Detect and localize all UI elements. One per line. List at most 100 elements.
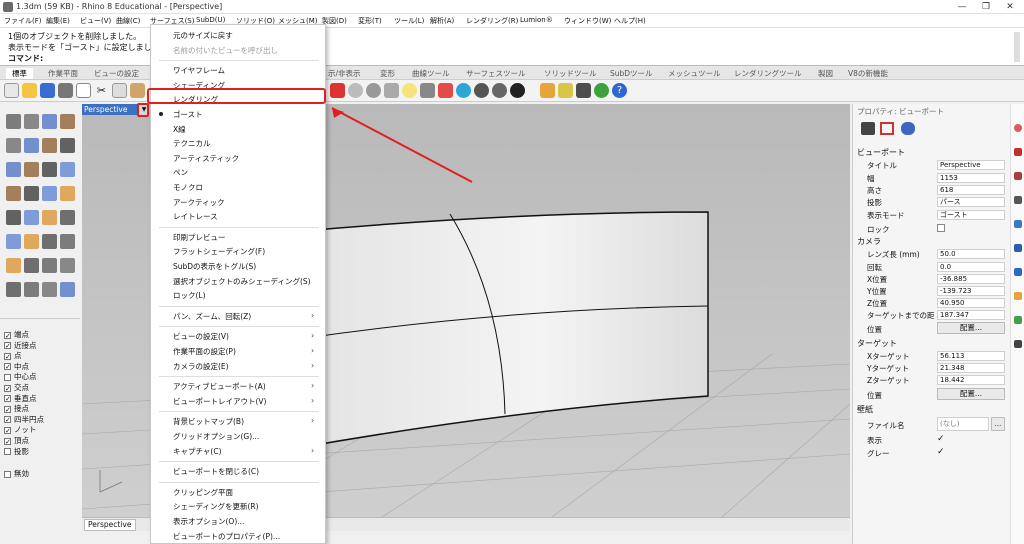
plugin-icon[interactable]	[594, 83, 609, 98]
tool-revolve-icon[interactable]	[42, 186, 57, 201]
tool-sphere-icon[interactable]	[24, 162, 39, 177]
menu-view[interactable]: ビュー(V)	[80, 16, 111, 26]
osnap-item[interactable]: 無効	[4, 468, 29, 478]
command-scrollbar[interactable]	[1014, 32, 1020, 62]
osnap-item[interactable]: 投影	[4, 446, 29, 456]
layers-icon[interactable]	[1014, 220, 1022, 228]
layer-icon[interactable]	[438, 83, 453, 98]
title-field[interactable]: Perspective	[937, 160, 1005, 170]
osnap-checkbox[interactable]	[4, 470, 11, 478]
textures-icon[interactable]	[1014, 316, 1022, 324]
z-position-field[interactable]: 40.950	[937, 298, 1005, 308]
osnap-item[interactable]: ✓ 頂点	[4, 435, 29, 445]
copy-page-icon[interactable]	[76, 83, 91, 98]
tool-extrude-icon[interactable]	[60, 162, 75, 177]
y-position-field[interactable]: -139.723	[937, 286, 1005, 296]
osnap-item[interactable]: ✓ 垂直点	[4, 393, 37, 403]
menu-item[interactable]: クリッピング平面	[173, 486, 233, 499]
tool-scale-icon[interactable]	[60, 234, 75, 249]
menu-item[interactable]: ワイヤフレーム	[173, 64, 225, 77]
zoom-icon[interactable]	[366, 83, 381, 98]
target-place-button[interactable]: 配置...	[937, 388, 1005, 400]
menu-file[interactable]: ファイル(F)	[4, 16, 42, 26]
osnap-checkbox[interactable]: ✓	[4, 363, 11, 371]
menu-item[interactable]: アーティスティック	[173, 152, 239, 165]
menu-item[interactable]: シェーディングを更新(R)	[173, 500, 259, 513]
y-target-field[interactable]: 21.348	[937, 363, 1005, 373]
osnap-checkbox[interactable]	[4, 373, 11, 381]
camera-panel-icon[interactable]	[1014, 340, 1022, 348]
osnap-item[interactable]: ✓ 中点	[4, 361, 29, 371]
tool-polyline-icon[interactable]	[42, 114, 57, 129]
lock-checkbox[interactable]	[937, 224, 945, 232]
camera-place-button[interactable]: 配置...	[937, 322, 1005, 334]
osnap-item[interactable]: ✓ 端点	[4, 329, 29, 339]
filename-field[interactable]: (なし)	[937, 417, 989, 431]
osnap-checkbox[interactable]: ✓	[4, 405, 11, 413]
environment-icon[interactable]	[492, 83, 507, 98]
copy-icon[interactable]	[112, 83, 127, 98]
tool-select-icon[interactable]	[6, 114, 21, 129]
menu-render[interactable]: レンダリング(R)	[466, 16, 518, 26]
x-position-field[interactable]: -36.885	[937, 274, 1005, 284]
tool-array-icon[interactable]	[24, 258, 39, 273]
tab-set-view[interactable]: ビューの設定	[94, 68, 139, 79]
menu-item[interactable]: 元のサイズに戻す	[173, 29, 233, 42]
rotate-view-icon[interactable]	[348, 83, 363, 98]
osnap-item[interactable]: 中心点	[4, 371, 37, 381]
menu-item[interactable]: ビューの設定(V)	[173, 330, 229, 343]
width-field[interactable]: 1153	[937, 173, 1005, 183]
osnap-item[interactable]: ✓ 交点	[4, 382, 29, 392]
osnap-checkbox[interactable]: ✓	[4, 384, 11, 392]
viewport-title[interactable]: Perspective	[82, 104, 138, 115]
tool-rotate-icon[interactable]	[42, 234, 57, 249]
menu-item[interactable]: 選択オブジェクトのみシェーディング(S)	[173, 275, 311, 288]
menu-item[interactable]: レイトレース	[173, 210, 218, 223]
materials-icon[interactable]	[1014, 244, 1022, 252]
menu-item[interactable]: パン、ズーム、回転(Z)	[173, 310, 251, 323]
browse-button[interactable]: ...	[991, 417, 1005, 431]
paste-icon[interactable]	[130, 83, 145, 98]
tab-drafting[interactable]: 製図	[818, 68, 833, 79]
tab-v8-new[interactable]: V8の新機能	[848, 68, 888, 79]
menu-item[interactable]: アクティブビューポート(A)	[173, 380, 266, 393]
tool-circle-icon[interactable]	[6, 138, 21, 153]
tab-curve-tools[interactable]: 曲線ツール	[412, 68, 450, 79]
close-button[interactable]: ✕	[998, 0, 1022, 14]
script-icon[interactable]	[540, 83, 555, 98]
menu-window[interactable]: ウィンドウ(W)	[564, 16, 611, 26]
tool-fillet-icon[interactable]	[60, 186, 75, 201]
menu-item[interactable]: 背景ビットマップ(B)	[173, 415, 244, 428]
tool-text-icon[interactable]	[6, 282, 21, 297]
menu-item[interactable]: 名前の付いたビューを呼び出し	[173, 44, 278, 57]
gray-checkbox[interactable]: ✓	[937, 448, 945, 457]
osnap-checkbox[interactable]	[4, 448, 11, 456]
command-icon[interactable]	[576, 83, 591, 98]
lights-icon[interactable]	[1014, 292, 1022, 300]
notifications-icon[interactable]	[1014, 268, 1022, 276]
x-target-field[interactable]: 56.113	[937, 351, 1005, 361]
osnap-item[interactable]: ✓ 近接点	[4, 340, 37, 350]
brush-icon[interactable]	[1014, 172, 1022, 180]
tool-boolean-icon[interactable]	[6, 210, 21, 225]
new-file-icon[interactable]	[4, 83, 19, 98]
osnap-checkbox[interactable]: ✓	[4, 331, 11, 339]
menu-item[interactable]: 表示オプション(O)...	[173, 515, 244, 528]
tool-move-icon[interactable]	[6, 234, 21, 249]
menu-item[interactable]: SubDの表示をトグル(S)	[173, 260, 256, 273]
tab-transform[interactable]: 変形	[380, 68, 395, 79]
menu-item[interactable]: X線	[173, 123, 186, 136]
tool-loft-icon[interactable]	[6, 186, 21, 201]
lens-field[interactable]: 50.0	[937, 249, 1005, 259]
viewport-icon[interactable]	[880, 122, 894, 135]
menu-analyze[interactable]: 解析(A)	[430, 16, 454, 26]
help-icon[interactable]: ?	[612, 83, 627, 98]
cut-icon[interactable]: ✂	[94, 83, 109, 98]
menu-edit[interactable]: 編集(E)	[46, 16, 70, 26]
texture-icon[interactable]	[510, 83, 525, 98]
menu-item[interactable]: モノクロ	[173, 181, 203, 194]
tool-sweep-icon[interactable]	[24, 186, 39, 201]
osnap-checkbox[interactable]: ✓	[4, 352, 11, 360]
tool-copy-icon[interactable]	[24, 234, 39, 249]
menu-item[interactable]: アークティック	[173, 196, 225, 209]
